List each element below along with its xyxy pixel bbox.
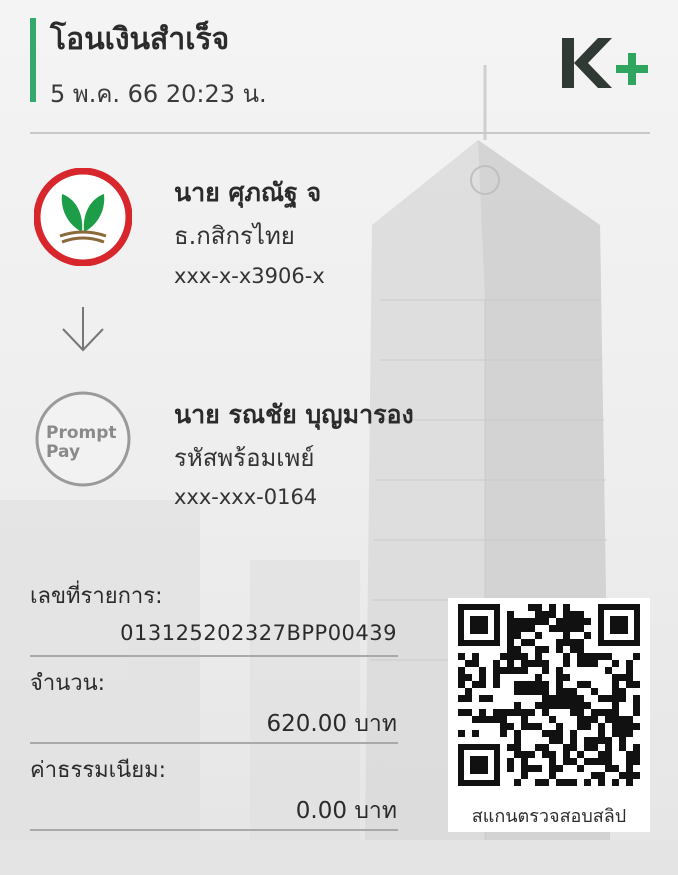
arrow-down-icon [62, 307, 104, 352]
ref-value: 013125202327BPP00439 [120, 621, 397, 645]
sender-bank: ธ.กสิกรไทย [174, 222, 295, 250]
sender-name: นาย ศุภณัฐ จ [174, 178, 322, 207]
ref-label: เลขที่รายการ: [30, 584, 163, 609]
qr-verify-box[interactable]: สแกนตรวจสอบสลิป [448, 598, 650, 832]
amount-label: จำนวน: [30, 671, 106, 696]
kplus-logo [562, 38, 648, 88]
sender-account: xxx-x-x3906-x [174, 264, 325, 288]
bottom-bar [0, 840, 678, 875]
fee-divider [30, 829, 398, 831]
qr-caption: สแกนตรวจสอบสลิป [471, 806, 627, 827]
fee-label: ค่าธรรมเนียม: [30, 758, 166, 783]
header-accent-bar [30, 18, 36, 102]
kbank-logo [34, 168, 132, 266]
receiver-bank: รหัสพร้อมเพย์ [174, 444, 315, 472]
receiver-account: xxx-xxx-0164 [174, 485, 318, 509]
transfer-slip: โอนเงินสำเร็จ 5 พ.ค. 66 20:23 น. นาย ศุภ… [0, 0, 678, 840]
fee-value: 0.00 บาท [295, 798, 397, 824]
qr-code-icon [458, 604, 640, 786]
receiver-name: นาย รณชัย บุญมารอง [174, 400, 414, 429]
ref-divider [30, 655, 398, 657]
promptpay-logo-line1: Prompt [46, 423, 117, 443]
promptpay-logo-line2: Pay [46, 442, 80, 462]
amount-value: 620.00 บาท [266, 711, 397, 737]
promptpay-logo: Prompt Pay [35, 391, 131, 487]
header-divider [30, 132, 650, 134]
page-title: โอนเงินสำเร็จ [50, 22, 230, 57]
transaction-datetime: 5 พ.ค. 66 20:23 น. [50, 80, 267, 108]
amount-divider [30, 742, 398, 744]
